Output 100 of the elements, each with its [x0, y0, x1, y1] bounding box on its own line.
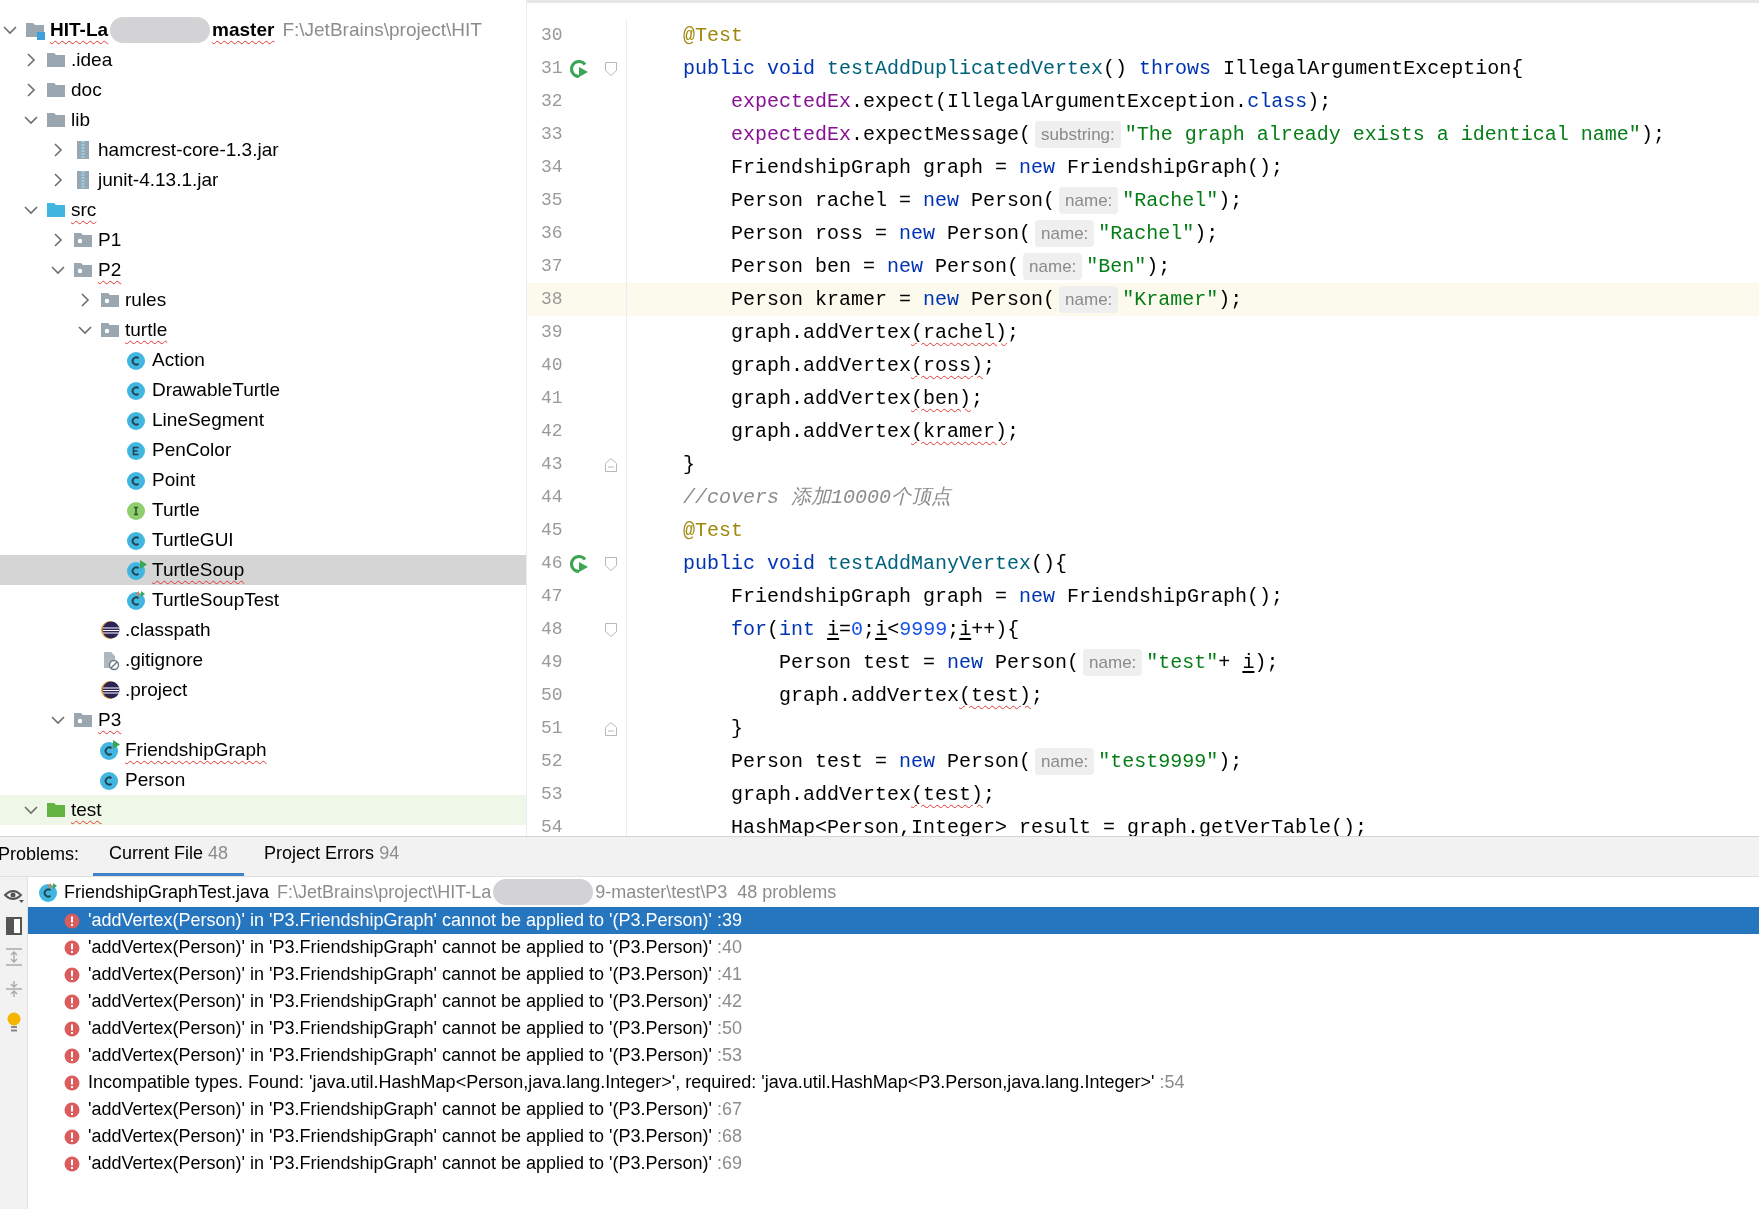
tree-item[interactable]: .classpath	[0, 615, 526, 645]
line-number: 31	[540, 57, 563, 80]
problem-item[interactable]: 'addVertex(Person)' in 'P3.FriendshipGraph' cannot be applied to '(P3.Person)' :68	[28, 1123, 1759, 1150]
fold-marker-icon[interactable]	[604, 456, 619, 473]
eye-icon[interactable]	[2, 887, 25, 905]
parameter-hint: name:	[1023, 252, 1083, 281]
tree-item[interactable]: Action	[0, 345, 526, 375]
code-text: "Rachel");	[1122, 187, 1243, 214]
line-number: 33	[540, 123, 563, 146]
tree-item[interactable]: TurtleSoup	[0, 555, 526, 585]
tree-item[interactable]: P3	[0, 705, 526, 735]
code-line: }	[682, 451, 695, 478]
line-number: 35	[540, 189, 563, 212]
parameter-hint: substring:	[1035, 120, 1121, 149]
problem-item[interactable]: 'addVertex(Person)' in 'P3.FriendshipGraph' cannot be applied to '(P3.Person)' :41	[28, 961, 1759, 988]
tree-item[interactable]: doc	[0, 75, 526, 105]
class-icon	[126, 529, 148, 551]
code-line: graph.addVertex(test);	[778, 682, 1044, 709]
line-number: 44	[540, 486, 563, 509]
test-class-icon	[126, 589, 148, 611]
tree-item[interactable]: .project	[0, 675, 526, 705]
line-number: 50	[540, 684, 563, 707]
code-text: Person test = new Person(	[730, 748, 1032, 775]
code-text: "test"+ i);	[1146, 649, 1279, 676]
tree-item[interactable]: DrawableTurtle	[0, 375, 526, 405]
runnable-class-icon	[126, 559, 148, 581]
code-line: @Test	[682, 517, 744, 544]
class-icon	[126, 469, 148, 491]
code-text: "test9999");	[1098, 748, 1243, 775]
line-number: 30	[540, 24, 563, 47]
tree-item[interactable]: TurtleGUI	[0, 525, 526, 555]
tree-item[interactable]: turtle	[0, 315, 526, 345]
error-icon	[64, 1128, 80, 1145]
code-text: "Ben");	[1086, 253, 1171, 280]
problem-item[interactable]: 'addVertex(Person)' in 'P3.FriendshipGraph' cannot be applied to '(P3.Person)' :42	[28, 988, 1759, 1015]
class-icon	[126, 349, 148, 371]
class-icon	[126, 379, 148, 401]
tree-item[interactable]: Point	[0, 465, 526, 495]
code-text: expectedEx.expectMessage(	[730, 121, 1032, 148]
fold-marker-icon[interactable]	[604, 621, 619, 638]
tree-item[interactable]: test	[0, 795, 526, 825]
code-text: Person test = new Person(	[778, 649, 1080, 676]
line-number: 39	[540, 321, 563, 344]
problem-item[interactable]: Incompatible types. Found: 'java.util.HashMap<Person,java.lang.Integer>', required: 'java.util.HashMap<P3.Person,java.lang.Integer>' :54	[28, 1069, 1759, 1096]
code-line: HashMap<Person,Integer> result = graph.getVerTable();	[730, 814, 1368, 836]
tree-item[interactable]: HIT-La master F:\JetBrains\project\HIT	[0, 15, 526, 45]
code-line: graph.addVertex(ben);	[730, 385, 984, 412]
problems-tab[interactable]: Current File 48	[93, 840, 245, 876]
code-line: graph.addVertex(test);	[730, 781, 996, 808]
problem-item[interactable]: 'addVertex(Person)' in 'P3.FriendshipGraph' cannot be applied to '(P3.Person)' :40	[28, 934, 1759, 961]
parameter-hint: name:	[1059, 285, 1119, 314]
problem-item[interactable]: 'addVertex(Person)' in 'P3.FriendshipGraph' cannot be applied to '(P3.Person)' :69	[28, 1150, 1759, 1177]
tree-item[interactable]: hamcrest-core-1.3.jar	[0, 135, 526, 165]
tree-item[interactable]: .idea	[0, 45, 526, 75]
line-number: 40	[540, 354, 563, 377]
eclipse-icon	[99, 619, 121, 641]
problem-item[interactable]: 'addVertex(Person)' in 'P3.FriendshipGraph' cannot be applied to '(P3.Person)' :53	[28, 1042, 1759, 1069]
tree-item[interactable]: Turtle	[0, 495, 526, 525]
tree-item[interactable]: junit-4.13.1.jar	[0, 165, 526, 195]
panel-title: Problems:	[0, 843, 81, 866]
fold-marker-icon[interactable]	[604, 555, 619, 572]
tree-item[interactable]: lib	[0, 105, 526, 135]
tree-item[interactable]: .gitignore	[0, 645, 526, 675]
tree-item[interactable]: Person	[0, 765, 526, 795]
class-icon	[126, 409, 148, 431]
enum-icon	[126, 439, 148, 461]
line-number: 41	[540, 387, 563, 410]
tree-item[interactable]: PenColor	[0, 435, 526, 465]
fold-marker-icon[interactable]	[604, 720, 619, 737]
problem-item[interactable]: 'addVertex(Person)' in 'P3.FriendshipGraph' cannot be applied to '(P3.Person)' :50	[28, 1015, 1759, 1042]
line-number: 49	[540, 651, 563, 674]
problem-item[interactable]: 'addVertex(Person)' in 'P3.FriendshipGraph' cannot be applied to '(P3.Person)' :39	[28, 907, 1759, 934]
line-number: 53	[540, 783, 563, 806]
eclipse-icon	[99, 679, 121, 701]
tree-item[interactable]: P2	[0, 255, 526, 285]
line-number: 51	[540, 717, 563, 740]
fold-marker-icon[interactable]	[604, 60, 619, 77]
tree-item[interactable]: src	[0, 195, 526, 225]
error-icon	[64, 912, 80, 929]
tree-item[interactable]: LineSegment	[0, 405, 526, 435]
line-number: 36	[540, 222, 563, 245]
code-line: graph.addVertex(rachel);	[730, 319, 1020, 346]
tree-item[interactable]: FriendshipGraph	[0, 735, 526, 765]
code-text: "Rachel");	[1098, 220, 1219, 247]
class-icon	[99, 769, 121, 791]
panel-layout-icon[interactable]	[5, 917, 22, 935]
file-node[interactable]: FriendshipGraphTest.java F:\JetBrains\project\HIT-La 9-master\test\P3 48 problems	[28, 877, 1759, 907]
code-line: FriendshipGraph graph = new FriendshipGraph();	[730, 583, 1284, 610]
problem-item[interactable]: 'addVertex(Person)' in 'P3.FriendshipGraph' cannot be applied to '(P3.Person)' :67	[28, 1096, 1759, 1123]
code-line: }	[730, 715, 744, 742]
error-icon	[64, 1020, 80, 1037]
lightbulb-icon[interactable]	[5, 1011, 22, 1033]
code-line: FriendshipGraph graph = new FriendshipGraph();	[730, 154, 1284, 181]
tree-item[interactable]: P1	[0, 225, 526, 255]
tree-item[interactable]: rules	[0, 285, 526, 315]
tree-item[interactable]: TurtleSoupTest	[0, 585, 526, 615]
code-text: Person ross = new Person(	[730, 220, 1032, 247]
code-text: Person rachel = new Person(	[730, 187, 1056, 214]
line-number: 47	[540, 585, 563, 608]
problems-tab[interactable]: Project Errors 94	[248, 840, 416, 876]
